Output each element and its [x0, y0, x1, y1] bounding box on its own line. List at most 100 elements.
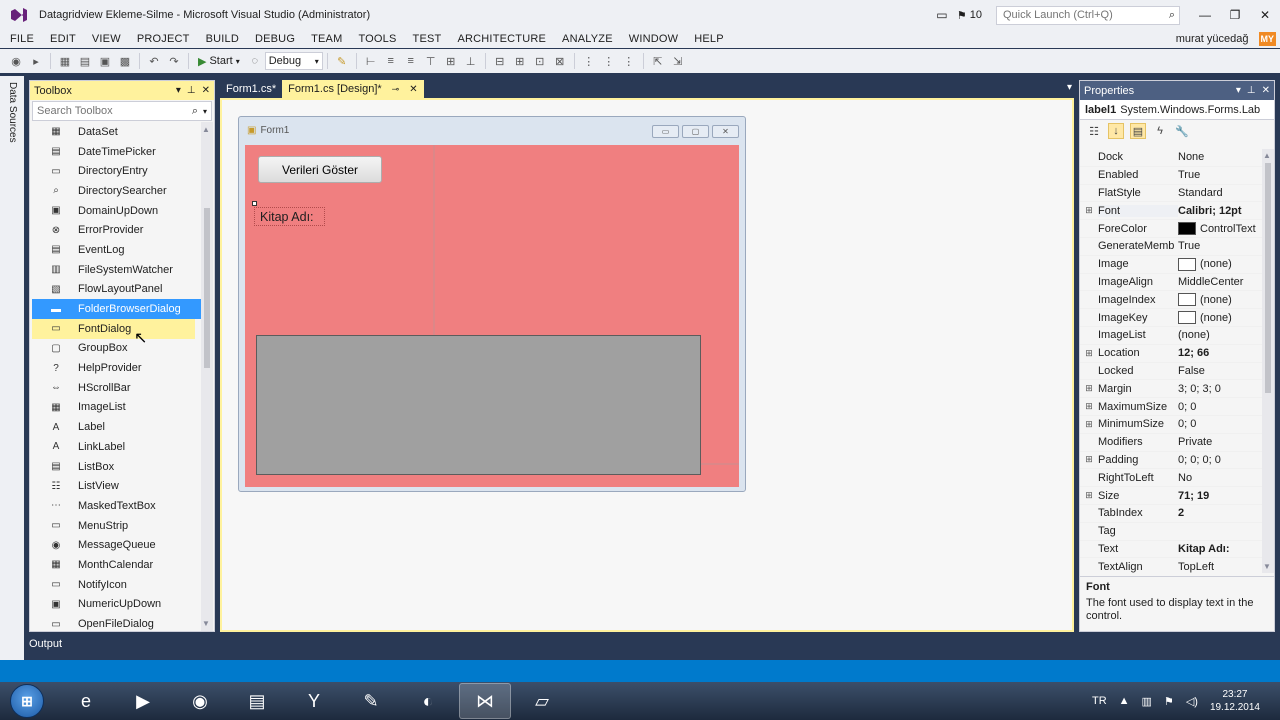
property-row[interactable]: ⊞ Margin 3; 0; 3; 0 — [1080, 380, 1263, 399]
property-value[interactable]: None — [1178, 151, 1263, 163]
property-value[interactable]: True — [1178, 169, 1263, 181]
obs-taskbar-button[interactable]: ◐ — [402, 683, 454, 719]
toolbox-item[interactable]: A Label — [30, 417, 202, 437]
close-icon[interactable]: ✕ — [202, 85, 210, 96]
expand-icon[interactable]: ⊞ — [1080, 205, 1098, 216]
property-row[interactable]: Modifiers Private — [1080, 434, 1263, 452]
toolbox-item[interactable]: ? HelpProvider — [30, 358, 202, 378]
property-value[interactable]: 3; 0; 3; 0 — [1178, 383, 1263, 395]
start-button[interactable]: ⊞ — [10, 684, 44, 718]
property-value[interactable]: 0; 0; 0; 0 — [1178, 454, 1263, 466]
align-middles-icon[interactable]: ⊞ — [443, 52, 459, 70]
property-row[interactable]: ImageAlign MiddleCenter — [1080, 274, 1263, 292]
property-value[interactable]: (none) — [1178, 311, 1263, 325]
property-row[interactable]: RightToLeft No — [1080, 469, 1263, 488]
property-value[interactable]: TopLeft — [1178, 561, 1263, 573]
user-avatar[interactable]: MY — [1258, 32, 1276, 46]
property-value[interactable]: ControlText — [1178, 222, 1263, 236]
toolbox-item[interactable]: ▤ ListBox — [30, 457, 202, 477]
align-lefts-icon[interactable]: ⊢ — [363, 52, 379, 70]
toolbox-item[interactable]: ◉ MessageQueue — [30, 535, 202, 555]
property-row[interactable]: GenerateMemb True — [1080, 238, 1263, 256]
toolbox-item[interactable]: ⋯ MaskedTextBox — [30, 496, 202, 516]
toolbox-item[interactable]: ▦ DataSet — [30, 122, 202, 142]
quick-launch-input[interactable] — [1003, 9, 1153, 21]
volume-icon[interactable]: ◁) — [1186, 695, 1198, 708]
property-value[interactable]: Kitap Adı: — [1178, 543, 1263, 555]
property-value[interactable]: True — [1178, 240, 1263, 252]
toolbox-item[interactable]: ▭ MenuStrip — [30, 516, 202, 536]
back-icon[interactable]: ◉ — [8, 52, 24, 70]
expand-icon[interactable]: ⊞ — [1080, 490, 1098, 501]
toolbox-item[interactable]: ▬ FolderBrowserDialog — [32, 299, 202, 319]
toolbox-search[interactable]: ⌕ ▾ — [32, 101, 212, 121]
property-value[interactable]: 2 — [1178, 507, 1263, 519]
property-value[interactable]: No — [1178, 472, 1263, 484]
menu-help[interactable]: HELP — [685, 33, 731, 45]
toolbox-item[interactable]: A LinkLabel — [30, 437, 202, 457]
property-row[interactable]: Tag — [1080, 523, 1263, 541]
property-value[interactable]: 71; 19 — [1178, 490, 1263, 502]
menu-debug[interactable]: DEBUG — [246, 33, 302, 45]
tools-app-taskbar-button[interactable]: ✎ — [345, 683, 397, 719]
scroll-down-icon[interactable]: ▼ — [202, 619, 210, 628]
menu-architecture[interactable]: ARCHITECTURE — [448, 33, 553, 45]
tab-form1-design[interactable]: Form1.cs [Design]* ⊸ ✕ — [282, 80, 424, 98]
scroll-thumb[interactable] — [1265, 163, 1271, 393]
property-pages-icon[interactable]: 🔧 — [1174, 123, 1190, 139]
menu-edit[interactable]: EDIT — [41, 33, 83, 45]
property-row[interactable]: TextAlign TopLeft — [1080, 558, 1263, 573]
action-center-icon[interactable]: ⚑ — [1164, 695, 1174, 708]
show-data-button[interactable]: Verileri Göster — [258, 156, 382, 183]
toolbox-search-input[interactable] — [37, 105, 187, 117]
pin-icon[interactable]: ⊥ — [187, 85, 196, 96]
events-icon[interactable]: ϟ — [1152, 123, 1168, 139]
align-tops-icon[interactable]: ⊤ — [423, 52, 439, 70]
property-row[interactable]: Text Kitap Adı: — [1080, 541, 1263, 559]
language-indicator[interactable]: TR — [1092, 695, 1107, 707]
save-all-icon[interactable]: ▩ — [117, 52, 133, 70]
toolbox-item[interactable]: ⇔ HScrollBar — [30, 378, 202, 398]
property-row[interactable]: ImageList (none) — [1080, 327, 1263, 345]
same-height-icon[interactable]: ⊞ — [512, 52, 528, 70]
toolbox-item[interactable]: ⌕ DirectorySearcher — [30, 181, 202, 201]
property-value[interactable]: Private — [1178, 436, 1263, 448]
toolbox-scrollbar[interactable]: ▲ ▼ — [201, 122, 213, 631]
property-row[interactable]: ⊞ MaximumSize 0; 0 — [1080, 398, 1263, 416]
expand-icon[interactable]: ⊞ — [1080, 419, 1098, 430]
property-value[interactable]: (none) — [1178, 329, 1263, 341]
property-value[interactable]: 0; 0 — [1178, 418, 1263, 430]
property-row[interactable]: ⊞ Location 12; 66 — [1080, 345, 1263, 363]
categorized-icon[interactable]: ☷ — [1086, 123, 1102, 139]
bring-to-front-icon[interactable]: ⇱ — [650, 52, 666, 70]
toolbox-item[interactable]: ▧ FlowLayoutPanel — [30, 280, 202, 300]
restore-button[interactable]: ❐ — [1220, 4, 1250, 26]
same-size-icon[interactable]: ⊡ — [532, 52, 548, 70]
tab-form1-cs[interactable]: Form1.cs* — [220, 80, 282, 98]
toolbox-item[interactable]: ▭ DirectoryEntry — [30, 161, 202, 181]
form-client-area[interactable]: Verileri Göster Kitap Adı: — [245, 145, 739, 487]
notifications-button[interactable]: ⚑ 10 — [957, 9, 982, 22]
datagridview[interactable] — [256, 335, 701, 475]
tabs-dropdown-icon[interactable]: ▾ — [1067, 82, 1072, 93]
clock[interactable]: 23:27 19.12.2014 — [1210, 688, 1260, 714]
property-row[interactable]: TabIndex 2 — [1080, 505, 1263, 523]
forward-icon[interactable]: ▸ — [28, 52, 44, 70]
align-centers-icon[interactable]: ≡ — [383, 52, 399, 70]
internet-explorer-taskbar-button[interactable]: e — [60, 683, 112, 719]
toolbox-item[interactable]: ▭ NotifyIcon — [30, 575, 202, 595]
properties-icon[interactable]: ▤ — [1130, 123, 1146, 139]
menu-tools[interactable]: TOOLS — [349, 33, 403, 45]
chrome-taskbar-button[interactable]: ◉ — [174, 683, 226, 719]
selection-handle[interactable] — [252, 201, 257, 206]
network-icon[interactable]: ▥ — [1142, 695, 1152, 708]
property-row[interactable]: ⊞ Font Calibri; 12pt — [1080, 202, 1263, 221]
toolbox-item[interactable]: ▦ ImageList — [30, 398, 202, 418]
property-row[interactable]: ⊞ MinimumSize 0; 0 — [1080, 416, 1263, 434]
spacing-icon[interactable]: ⋮ — [581, 52, 597, 70]
property-value[interactable]: (none) — [1178, 293, 1263, 307]
toolbox-item[interactable]: ▤ EventLog — [30, 240, 202, 260]
window-position-icon[interactable]: ▾ — [1236, 85, 1241, 96]
expand-icon[interactable]: ⊞ — [1080, 401, 1098, 412]
toolbox-item[interactable]: ▤ DateTimePicker — [30, 142, 202, 162]
